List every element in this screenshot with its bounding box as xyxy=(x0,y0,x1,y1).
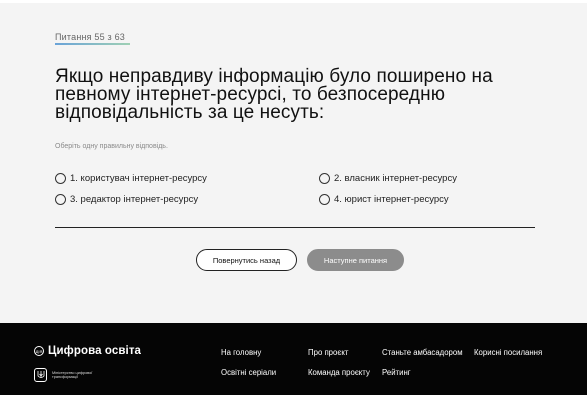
answer-hint: Оберіть одну правильну відповідь. xyxy=(55,143,168,150)
answer-option-label: 4. юрист інтернет-ресурсу xyxy=(334,194,449,205)
answer-option-4[interactable]: 4. юрист інтернет-ресурсу xyxy=(319,194,449,205)
answer-option-3[interactable]: 3. редактор інтернет-ресурсу xyxy=(55,194,198,205)
footer-link-home[interactable]: На головну xyxy=(221,348,261,357)
top-bar xyxy=(0,0,587,3)
back-button[interactable]: Повернутись назад xyxy=(196,249,297,271)
answer-option-1[interactable]: 1. користувач інтернет-ресурсу xyxy=(55,173,207,184)
footer: ДІЯ Цифрова освіта Міністерство цифрової… xyxy=(0,323,587,395)
footer-link-series[interactable]: Освітні серіали xyxy=(221,368,276,377)
diia-logo-icon: ДІЯ xyxy=(34,346,44,356)
footer-link-useful-links[interactable]: Корисні посилання xyxy=(474,348,542,357)
ministry-name: Міністерство цифрової трансформації xyxy=(52,370,93,379)
footer-brand[interactable]: ДІЯ Цифрова освіта xyxy=(34,345,141,357)
answer-option-label: 3. редактор інтернет-ресурсу xyxy=(70,194,199,205)
question-text: Якщо неправдиву інформацію було поширено… xyxy=(55,66,493,123)
next-question-button[interactable]: Наступне питання xyxy=(307,249,404,271)
answer-option-label: 2. власник інтернет-ресурсу xyxy=(334,173,457,184)
progress-underline xyxy=(55,43,130,45)
radio-button[interactable] xyxy=(319,173,330,184)
divider xyxy=(55,227,535,228)
ministry-logo[interactable]: Міністерство цифрової трансформації xyxy=(34,368,102,382)
question-counter: Питання 55 з 63 xyxy=(55,32,125,42)
footer-link-team[interactable]: Команда проєкту xyxy=(308,368,370,377)
answer-option-2[interactable]: 2. власник інтернет-ресурсу xyxy=(319,173,457,184)
answer-option-label: 1. користувач інтернет-ресурсу xyxy=(70,173,207,184)
footer-link-ambassador[interactable]: Станьте амбасадором xyxy=(382,348,463,357)
footer-link-rating[interactable]: Рейтинг xyxy=(382,368,411,377)
trident-emblem-icon xyxy=(34,368,47,382)
radio-button[interactable] xyxy=(55,173,66,184)
brand-name: Цифрова освіта xyxy=(48,345,142,357)
footer-link-about[interactable]: Про проєкт xyxy=(308,348,348,357)
radio-button[interactable] xyxy=(319,194,330,205)
radio-button[interactable] xyxy=(55,194,66,205)
